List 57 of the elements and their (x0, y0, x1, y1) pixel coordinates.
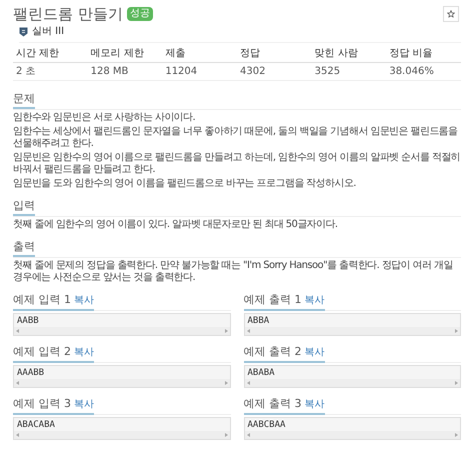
copy-link[interactable]: 복사 (74, 345, 94, 360)
column-header: 시간 제한 (13, 45, 88, 63)
scroll-left-icon[interactable] (246, 329, 250, 333)
section-heading: 출력 (13, 240, 35, 254)
section-heading: 예제 출력 1 (244, 293, 302, 307)
sample-text: AABCBAA (246, 419, 286, 431)
section-heading: 예제 출력 2 (244, 345, 302, 359)
scroll-left-icon[interactable] (246, 433, 250, 437)
table-cell: 2 초 (13, 63, 88, 81)
table-cell: 128 MB (88, 63, 162, 81)
table-cell: 3525 (312, 63, 386, 81)
status-badge: 성공 (126, 7, 153, 21)
table-cell: 38.046% (386, 63, 461, 81)
paragraph: 임문빈은 임한수의 영어 이름으로 팰린드롬을 만들려고 하는데, 임한수의 영어 이름의 알파벳 순서를 적절히 바꿔서 팰린드롬을 만들려고 한다. (13, 152, 461, 176)
section-heading: 문제 (13, 92, 35, 106)
table-cell: 11204 (162, 63, 237, 81)
section-heading: 입력 (13, 199, 35, 213)
paragraph: 첫째 줄에 문제의 정답을 출력한다. 만약 불가능할 때는 "I'm Sorry Hansoo"를 출력한다. 정답이 여러 개일 경우에는 사전순으로 앞서는 것을 출력한다. (13, 260, 454, 284)
sample-text: AAABB (16, 367, 46, 379)
section-heading: 예제 입력 3 (13, 397, 71, 411)
copy-link[interactable]: 복사 (304, 397, 324, 412)
copy-link[interactable]: 복사 (74, 293, 94, 308)
scroll-right-icon[interactable] (224, 329, 228, 333)
column-header: 메모리 제한 (88, 45, 162, 63)
table-cell: 4302 (236, 63, 312, 81)
sample-text: ABBA (246, 315, 270, 327)
paragraph: 임문빈을 도와 임한수의 영어 이름을 팰린드롬으로 바꾸는 프로그램을 작성하시오. (13, 178, 357, 190)
column-header: 정답 비율 (386, 45, 461, 63)
scroll-right-icon[interactable] (224, 433, 228, 437)
scroll-right-icon[interactable] (455, 381, 458, 385)
copy-link[interactable]: 복사 (74, 397, 94, 412)
tier-link[interactable]: 실버 III (32, 24, 64, 39)
sample-text: ABACABA (16, 419, 56, 431)
shield-icon (19, 26, 28, 36)
column-header: 맞힌 사람 (312, 45, 386, 63)
section-heading: 예제 입력 1 (13, 293, 71, 307)
scroll-left-icon[interactable] (16, 329, 19, 333)
paragraph: 임한수는 세상에서 팰린드롬인 문자열을 너무 좋아하기 때문에, 둘의 백일을 기념해서 임문빈은 팰린드롬을 선물해주려고 한다. (13, 126, 459, 150)
scroll-right-icon[interactable] (455, 329, 458, 333)
scroll-left-icon[interactable] (16, 381, 19, 385)
paragraph: 임한수와 임문빈은 서로 사랑하는 사이이다. (13, 112, 196, 124)
copy-link[interactable]: 복사 (304, 345, 324, 360)
scroll-right-icon[interactable] (455, 433, 458, 437)
star-icon (447, 10, 455, 18)
section-heading: 예제 입력 2 (13, 345, 71, 359)
sample-text: AABB (16, 315, 40, 327)
sample-text: ABABA (246, 367, 276, 379)
column-header: 정답 (236, 45, 312, 63)
scroll-right-icon[interactable] (224, 381, 228, 385)
scroll-left-icon[interactable] (246, 381, 250, 385)
problem-title: 팰린드롬 만들기 (13, 4, 123, 24)
scroll-left-icon[interactable] (16, 433, 19, 437)
paragraph: 첫째 줄에 임한수의 영어 이름이 있다. 알파벳 대문자로만 된 최대 50글자이다. (13, 219, 338, 231)
section-heading: 예제 출력 3 (244, 397, 302, 411)
column-header: 제출 (162, 45, 237, 63)
star-button[interactable] (443, 6, 459, 22)
copy-link[interactable]: 복사 (304, 293, 324, 308)
